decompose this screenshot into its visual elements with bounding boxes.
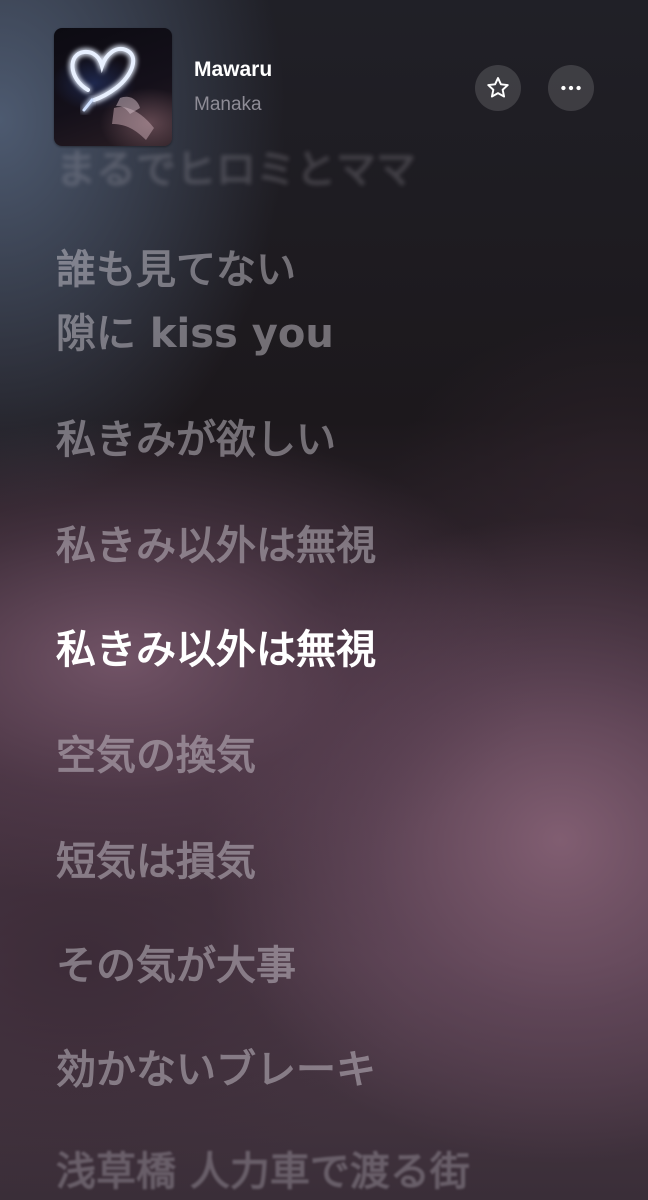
lyric-line-current[interactable]: 私きみ以外は無視 (56, 630, 376, 670)
neon-heart-icon (70, 47, 154, 140)
more-options-button[interactable] (548, 65, 594, 111)
album-artwork[interactable] (54, 28, 172, 146)
lyric-line-part: 隙に kiss you (56, 311, 334, 357)
lyric-line[interactable]: 短気は損気 (56, 842, 256, 882)
now-playing-header: Mawaru Manaka (0, 0, 648, 160)
lyric-line[interactable]: 誰も見てない 隙に kiss you (56, 250, 334, 354)
lyric-line[interactable]: 浅草橋 人力車で渡る街 (56, 1152, 470, 1192)
lyric-line[interactable]: 私きみ以外は無視 (56, 526, 376, 566)
artist-name[interactable]: Manaka (194, 94, 262, 116)
lyric-line[interactable]: 私きみが欲しい (56, 420, 336, 460)
song-title[interactable]: Mawaru (194, 58, 272, 82)
lyric-line[interactable]: 効かないブレーキ (56, 1050, 376, 1090)
lyrics-view[interactable]: まるでヒロミとママ 誰も見てない 隙に kiss you 私きみが欲しい 私きみ… (0, 0, 648, 1200)
ellipsis-icon (561, 85, 581, 91)
lyric-line-part: 誰も見てない (56, 247, 296, 293)
lyric-line[interactable]: その気が大事 (56, 946, 296, 986)
star-icon (487, 77, 509, 98)
lyric-line[interactable]: 空気の換気 (56, 736, 256, 776)
favorite-button[interactable] (475, 65, 521, 111)
